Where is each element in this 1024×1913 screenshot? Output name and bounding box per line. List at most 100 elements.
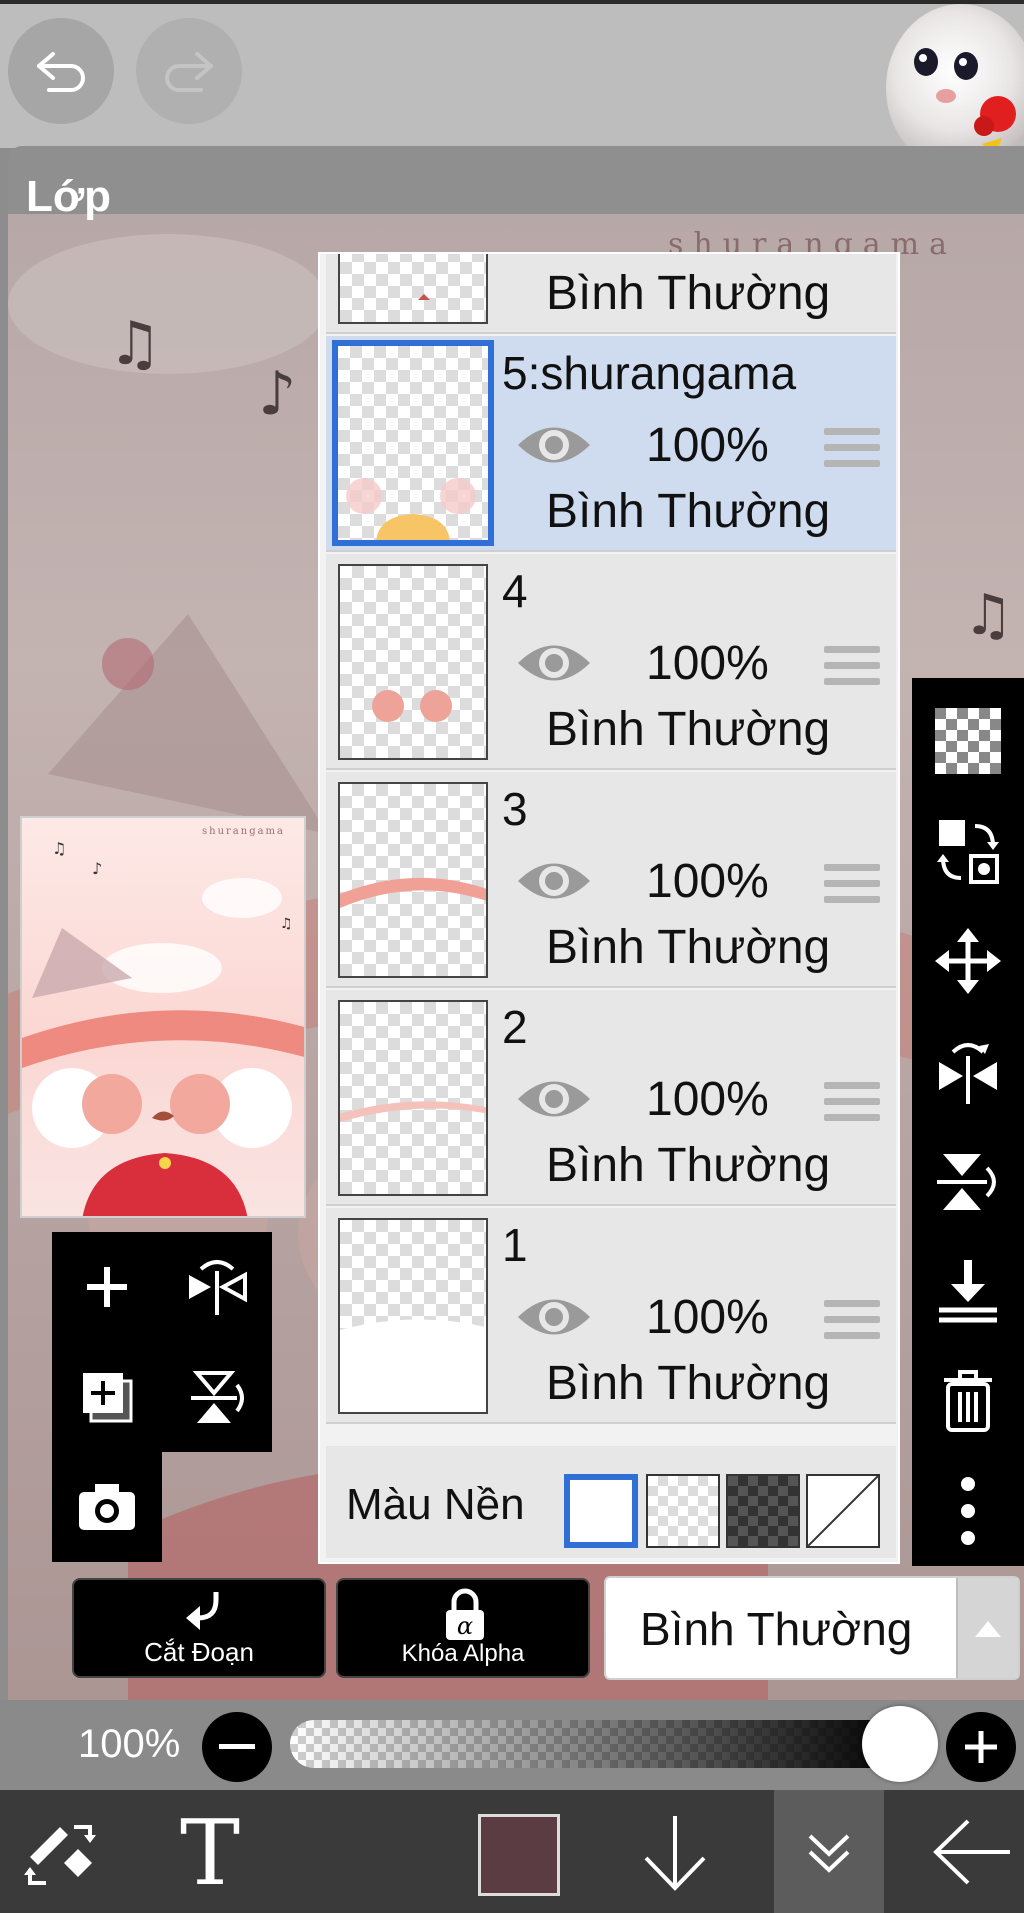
layer-name: 1 (502, 1219, 528, 1271)
opacity-slider-track[interactable] (290, 1720, 900, 1768)
layer-list[interactable]: Bình Thường 5:shurangama 100% Bình Thườn… (318, 252, 900, 1564)
layer-opacity: 100% (646, 1291, 769, 1344)
left-tool-grid (52, 1232, 274, 1562)
opacity-decrease-button[interactable] (202, 1712, 272, 1782)
svg-text:♪: ♪ (258, 359, 296, 429)
transparency-button[interactable] (912, 686, 1024, 796)
duplicate-icon (83, 1373, 133, 1423)
merge-down-icon (939, 1260, 997, 1323)
flip-horizontal-button[interactable] (162, 1232, 272, 1342)
bg-option-checker-light[interactable] (646, 1474, 720, 1548)
text-icon: T (180, 1812, 240, 1892)
layer-blend-mode: Bình Thường (546, 485, 831, 538)
chevron-up-icon[interactable] (956, 1578, 1018, 1678)
layer-row-5[interactable]: 5:shurangama 100% Bình Thường (326, 336, 896, 552)
layer-thumbnail (338, 1000, 488, 1196)
drag-handle-icon[interactable] (824, 1300, 880, 1346)
move-button[interactable] (912, 906, 1024, 1016)
opacity-value: 100% (78, 1722, 181, 1766)
top-bar (0, 0, 1024, 172)
layer-blend-mode: Bình Thường (546, 1139, 831, 1192)
camera-icon (79, 1484, 135, 1530)
bg-option-none[interactable] (806, 1474, 880, 1548)
svg-text:♫: ♫ (52, 839, 66, 858)
alpha-lock-button[interactable]: α Khóa Alpha (336, 1578, 590, 1678)
opacity-row: 100% (0, 1700, 1024, 1790)
svg-text:T: T (180, 1812, 240, 1892)
layer-opacity: 100% (646, 637, 769, 690)
layer-row-partial[interactable]: Bình Thường (326, 254, 896, 334)
opacity-slider-knob[interactable] (862, 1706, 938, 1782)
bg-option-checker-dark[interactable] (726, 1474, 800, 1548)
eye-icon[interactable] (516, 1072, 592, 1126)
more-options-button[interactable] (912, 1456, 1024, 1566)
opacity-increase-button[interactable] (946, 1712, 1016, 1782)
swap-layer-button[interactable] (912, 796, 1024, 906)
download-button[interactable] (620, 1790, 730, 1913)
layer-blend-mode: Bình Thường (546, 921, 831, 974)
more-vertical-icon (961, 1477, 975, 1545)
layer-opacity: 100% (646, 1073, 769, 1126)
background-color-row: Màu Nền (326, 1446, 896, 1558)
layer-name: 3 (502, 783, 528, 835)
drag-handle-icon[interactable] (824, 1082, 880, 1128)
swap-icon (937, 820, 999, 884)
eye-icon[interactable] (516, 854, 592, 908)
flip-vertical-button[interactable] (162, 1342, 272, 1452)
minus-icon (219, 1744, 255, 1749)
layer-blend-mode: Bình Thường (546, 703, 831, 756)
svg-text:♫: ♫ (280, 916, 293, 932)
layer-row-3[interactable]: 3 100% Bình Thường (326, 772, 896, 988)
eye-icon[interactable] (516, 1290, 592, 1344)
back-button[interactable] (920, 1790, 1024, 1913)
tool-swap-button[interactable] (0, 1790, 120, 1913)
layer-name: 4 (502, 565, 528, 617)
svg-text:♫: ♫ (108, 309, 162, 379)
layer-blend-mode: Bình Thường (546, 267, 831, 320)
canvas-thumbnail[interactable]: shurangama ♫ ♪ ♫ (20, 816, 306, 1218)
layers-toggle-button[interactable] (774, 1790, 884, 1913)
current-color-swatch[interactable] (478, 1814, 560, 1896)
layer-blend-mode: Bình Thường (546, 1357, 831, 1410)
right-toolbar (912, 678, 1024, 1566)
clipping-button[interactable]: Cắt Đoạn (72, 1578, 326, 1678)
checkerboard-icon (935, 708, 1001, 774)
thumbnail-watermark: shurangama (202, 826, 285, 837)
flip-vertical-icon (937, 1154, 996, 1210)
layer-row-1[interactable]: 1 100% Bình Thường (326, 1208, 896, 1424)
drag-handle-icon[interactable] (824, 428, 880, 474)
arrow-down-icon (644, 1815, 706, 1891)
plus-icon (965, 1731, 997, 1763)
layer-thumbnail (338, 782, 488, 978)
layer-row-4[interactable]: 4 100% Bình Thường (326, 554, 896, 770)
layer-row-2[interactable]: 2 100% Bình Thường (326, 990, 896, 1206)
text-tool-button[interactable]: T (150, 1790, 270, 1913)
merge-down-button[interactable] (912, 1236, 1024, 1346)
panel-title: Lớp (26, 172, 112, 221)
arrow-left-icon (933, 1819, 1010, 1884)
drag-handle-icon[interactable] (824, 646, 880, 692)
layer-name: 2 (502, 1001, 528, 1053)
redo-button[interactable] (136, 18, 242, 124)
svg-text:♫: ♫ (963, 583, 1013, 648)
flip-horizontal-right-button[interactable] (912, 1016, 1024, 1126)
trash-icon (944, 1370, 992, 1432)
bg-option-white[interactable] (564, 1474, 638, 1548)
camera-button[interactable] (52, 1452, 162, 1562)
chevron-double-down-icon (808, 1834, 850, 1873)
eye-icon[interactable] (516, 636, 592, 690)
svg-text:♪: ♪ (92, 859, 102, 878)
flip-vertical-right-button[interactable] (912, 1126, 1024, 1236)
drag-handle-icon[interactable] (824, 864, 880, 910)
duplicate-layer-button[interactable] (52, 1342, 162, 1452)
flip-vertical-icon (191, 1371, 244, 1423)
layer-thumbnail (332, 340, 494, 546)
delete-layer-button[interactable] (912, 1346, 1024, 1456)
brush-eraser-icon (24, 1824, 96, 1885)
eye-icon[interactable] (516, 418, 592, 472)
clipping-label: Cắt Đoạn (144, 1637, 254, 1667)
blend-mode-select[interactable]: Bình Thường (604, 1576, 1020, 1680)
add-layer-button[interactable] (52, 1232, 162, 1342)
undo-button[interactable] (8, 18, 114, 124)
move-icon (935, 928, 1001, 994)
